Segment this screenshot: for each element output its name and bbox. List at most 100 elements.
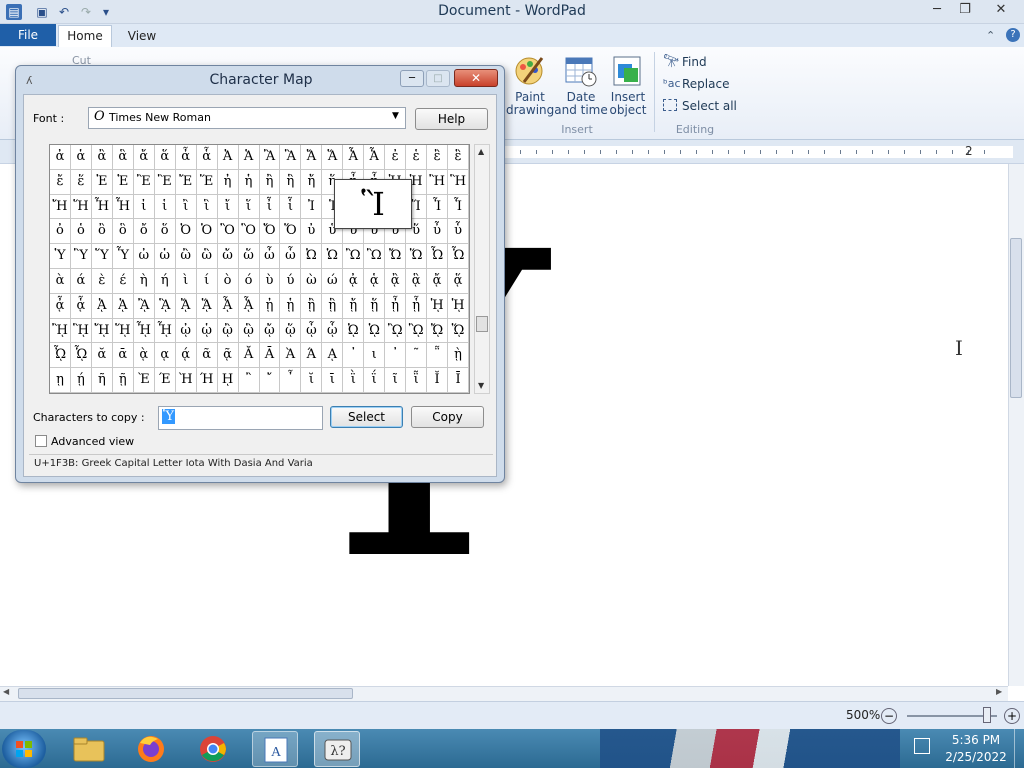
character-cell[interactable]: ὼ [301, 268, 323, 294]
character-cell[interactable]: ὺ [259, 268, 281, 294]
character-cell[interactable]: Ἤ [50, 194, 71, 220]
character-cell[interactable]: ὧ [280, 244, 302, 269]
character-cell[interactable]: ἇ [196, 145, 218, 170]
character-cell[interactable]: έ [112, 268, 134, 294]
character-cell[interactable]: ὐ [301, 219, 323, 245]
character-cell[interactable]: Ὰ [280, 343, 302, 369]
character-cell[interactable]: ἔ [50, 169, 71, 195]
vertical-scroll-thumb[interactable] [1010, 238, 1022, 398]
character-cell[interactable]: Ὕ [91, 244, 113, 269]
character-cell[interactable]: ᾠ [175, 318, 197, 344]
character-cell[interactable]: ᾐ [259, 293, 281, 319]
character-cell[interactable]: ᾊ [133, 293, 155, 319]
character-cell[interactable]: ἃ [112, 145, 134, 170]
scroll-right-icon[interactable]: ▶ [996, 687, 1002, 696]
character-cell[interactable]: ΐ [364, 368, 386, 393]
select-all-icon[interactable] [663, 99, 677, 111]
character-cell[interactable]: Ὓ [70, 244, 92, 269]
character-cell[interactable]: ᾍ [196, 293, 218, 319]
character-cell[interactable]: ὡ [154, 244, 176, 269]
character-cell[interactable]: ὰ [50, 268, 71, 294]
character-cell[interactable]: ὁ [70, 219, 92, 245]
character-cell[interactable]: ὢ [175, 244, 197, 269]
character-cell[interactable]: ῗ [406, 368, 428, 393]
character-cell[interactable]: ᾭ [448, 318, 469, 344]
character-cell[interactable]: Ὧ [448, 244, 469, 269]
file-explorer-icon[interactable] [66, 731, 112, 767]
character-cell[interactable]: Ὂ [217, 219, 239, 245]
character-cell[interactable]: ὅ [154, 219, 176, 245]
character-cell[interactable]: Ἆ [343, 145, 365, 170]
character-cell[interactable]: ᾼ [322, 343, 344, 369]
network-icon[interactable] [914, 738, 930, 754]
tab-home[interactable]: Home [58, 25, 112, 47]
character-cell[interactable]: ῄ [70, 368, 92, 393]
character-cell[interactable]: Ἑ [112, 169, 134, 195]
character-cell[interactable]: Ἒ [133, 169, 155, 195]
paint-drawing-icon[interactable] [512, 54, 546, 88]
character-cell[interactable]: Ά [301, 343, 323, 369]
character-cell[interactable]: ἂ [91, 145, 113, 170]
character-cell[interactable]: ὦ [259, 244, 281, 269]
character-cell[interactable]: Ὲ [133, 368, 155, 393]
character-cell[interactable]: ᾘ [427, 293, 449, 319]
character-cell[interactable]: ᾩ [364, 318, 386, 344]
firefox-icon[interactable] [128, 731, 174, 767]
scroll-left-icon[interactable]: ◀ [3, 687, 9, 696]
character-cell[interactable]: Ὥ [406, 244, 428, 269]
character-cell[interactable]: Ἁ [238, 145, 260, 170]
grid-scroll-down-icon[interactable]: ▼ [478, 381, 484, 390]
character-cell[interactable]: ᾓ [322, 293, 344, 319]
character-cell[interactable]: ᾳ [154, 343, 176, 369]
character-cell[interactable]: ὂ [91, 219, 113, 245]
zoom-out-button[interactable]: − [881, 708, 897, 724]
character-cell[interactable]: ᾱ [112, 343, 134, 369]
charmap-maximize-button[interactable]: □ [426, 70, 450, 87]
find-icon[interactable]: 🔭︎ [663, 54, 680, 69]
character-cell[interactable]: Ἇ [364, 145, 386, 170]
charmap-minimize-button[interactable]: ─ [400, 70, 424, 87]
character-cell[interactable]: Ᾰ [238, 343, 260, 369]
character-cell[interactable]: ᾴ [175, 343, 197, 369]
zoom-slider-thumb[interactable] [983, 707, 991, 723]
character-cell[interactable]: ἐ [385, 145, 407, 170]
character-cell[interactable]: ἁ [70, 145, 92, 170]
character-cell[interactable]: ἄ [133, 145, 155, 170]
chars-to-copy-input[interactable]: Ὑ [158, 406, 323, 430]
character-cell[interactable]: ι [364, 343, 386, 369]
character-cell[interactable]: ᾞ [133, 318, 155, 344]
character-cell[interactable]: ἑ [406, 145, 428, 170]
advanced-view-label[interactable]: Advanced view [51, 435, 134, 448]
character-cell[interactable]: ἴ [217, 194, 239, 220]
character-cell[interactable]: Ὴ [175, 368, 197, 393]
character-cell[interactable]: ᾯ [70, 343, 92, 369]
character-cell[interactable]: ᾪ [385, 318, 407, 344]
character-cell[interactable]: ἡ [238, 169, 260, 195]
character-cell[interactable]: ἤ [301, 169, 323, 195]
insert-object-icon[interactable] [612, 54, 644, 88]
character-cell[interactable]: ᾡ [196, 318, 218, 344]
character-cell[interactable]: ὲ [91, 268, 113, 294]
clock-time[interactable]: 5:36 PM [944, 733, 1008, 747]
character-cell[interactable]: ἕ [70, 169, 92, 195]
character-cell[interactable]: ᾦ [301, 318, 323, 344]
character-cell[interactable]: ᾖ [385, 293, 407, 319]
character-cell[interactable]: ἀ [50, 145, 71, 170]
character-cell[interactable]: ί [196, 268, 218, 294]
character-cell[interactable]: Ὁ [196, 219, 218, 245]
character-cell[interactable]: Ὃ [238, 219, 260, 245]
character-cell[interactable]: ὥ [238, 244, 260, 269]
character-cell[interactable]: ᾃ [406, 268, 428, 294]
character-cell[interactable]: Ὢ [343, 244, 365, 269]
character-cell[interactable]: ᾫ [406, 318, 428, 344]
character-cell[interactable]: Ῑ [448, 368, 469, 393]
character-cell[interactable]: ἱ [154, 194, 176, 220]
character-cell[interactable]: ᾇ [70, 293, 92, 319]
character-cell[interactable]: ὴ [133, 268, 155, 294]
character-cell[interactable]: ᾎ [217, 293, 239, 319]
character-cell[interactable]: ᾲ [133, 343, 155, 369]
character-cell[interactable]: Ἐ [91, 169, 113, 195]
character-cell[interactable]: ᾉ [112, 293, 134, 319]
character-cell[interactable]: ᾷ [217, 343, 239, 369]
wordpad-taskbar-button[interactable]: A [252, 731, 298, 767]
